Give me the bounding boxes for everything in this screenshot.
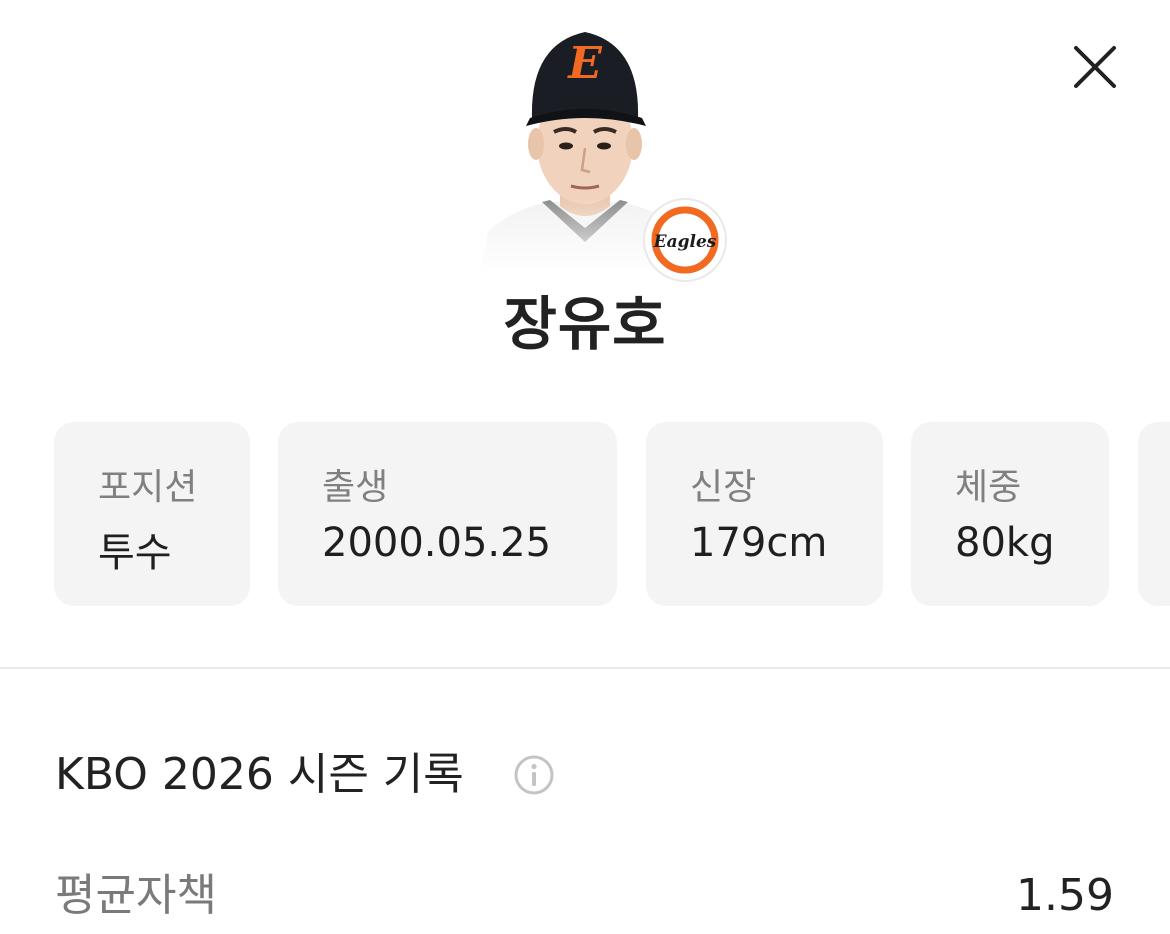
info-card-value: 80kg [955, 520, 1055, 566]
player-name: 장유호 [503, 290, 667, 358]
team-logo-text: Eagles [653, 232, 717, 252]
info-card-partial [1138, 422, 1170, 606]
info-card-label: 출생 [322, 467, 389, 508]
info-card-label: 신장 [690, 467, 757, 508]
info-card-value: 179cm [690, 520, 828, 566]
info-card-height: 신장 179cm [646, 422, 883, 606]
close-icon [1074, 46, 1116, 88]
info-card-weight: 체중 80kg [911, 422, 1109, 606]
info-icon[interactable] [513, 754, 555, 796]
info-card-position: 포지션 투수 [54, 422, 250, 606]
info-card-birth: 출생 2000.05.25 [278, 422, 617, 606]
team-logo: Eagles [643, 198, 727, 282]
info-card-label: 체중 [955, 467, 1022, 508]
info-card-value: 2000.05.25 [322, 520, 552, 566]
close-button[interactable] [1070, 42, 1120, 92]
info-card-value: 투수 [98, 530, 172, 576]
info-card-label: 포지션 [98, 467, 198, 508]
stat-value-era: 1.59 [1016, 870, 1114, 921]
section-divider [0, 667, 1170, 669]
season-record-title: KBO 2026 시즌 기록 [55, 749, 464, 800]
stat-label-era: 평균자책 [55, 870, 217, 921]
